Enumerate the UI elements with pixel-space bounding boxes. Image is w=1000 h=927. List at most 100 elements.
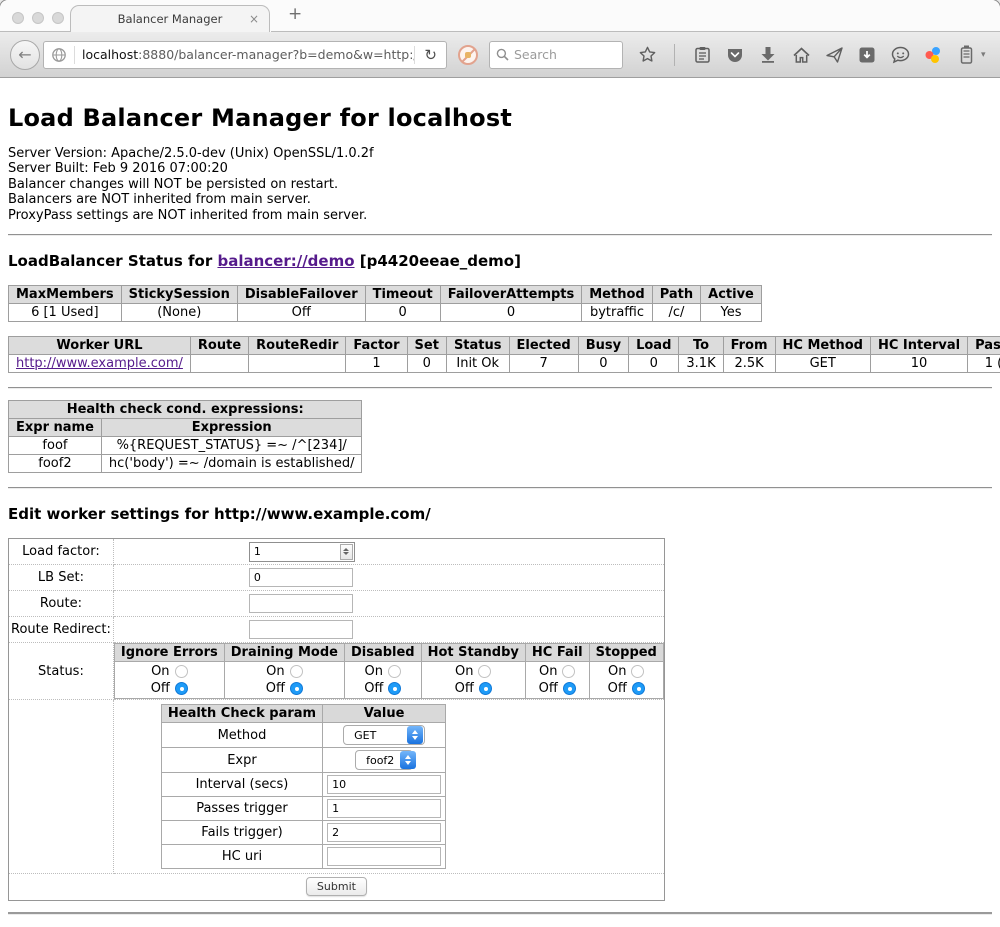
expr-title-row: Health check cond. expressions:: [9, 401, 362, 419]
number-field[interactable]: [250, 544, 340, 559]
column-header-from: From: [723, 337, 775, 355]
form-field-load-factor: [113, 539, 664, 565]
balancer-demo-link[interactable]: balancer://demo: [217, 252, 354, 270]
health-check-empty-label: [9, 700, 114, 874]
tabstrip-border: [271, 31, 1000, 32]
server-info-line: Balancer changes will NOT be persisted o…: [8, 177, 992, 192]
column-header-to: To: [679, 337, 723, 355]
home-icon[interactable]: [791, 45, 811, 65]
text-input-route-redirect[interactable]: [249, 620, 353, 639]
hc-param-row-hc-uri: HC uri: [161, 845, 445, 869]
url-bar[interactable]: localhost:8880/balancer-manager?b=demo&w…: [43, 41, 447, 69]
hc-param-label-expr: Expr: [161, 748, 322, 773]
reading-list-clipboard-icon[interactable]: [692, 45, 712, 65]
edit-worker-form: Load factor:LB Set:Route:Route Redirect:…: [8, 538, 665, 901]
column-header-hc-method: HC Method: [775, 337, 870, 355]
send-paper-plane-icon[interactable]: [824, 45, 844, 65]
status-heading-suffix: [p4420eeae_demo]: [355, 252, 521, 270]
radio-on-label: On: [539, 664, 557, 679]
back-button[interactable]: ←: [10, 40, 40, 70]
status-hc-fail-on-radio[interactable]: [562, 665, 575, 678]
window-controls: [12, 12, 64, 24]
colored-dots-extension-icon[interactable]: [923, 45, 943, 65]
status-draining-mode-off-radio[interactable]: [290, 682, 303, 695]
status-radio-row: OnOffOnOffOnOffOnOffOnOffOnOff: [114, 662, 663, 699]
method-select[interactable]: GET: [343, 725, 425, 745]
tab-balancer-manager[interactable]: Balancer Manager ×: [70, 5, 270, 32]
status-disabled-off-radio[interactable]: [388, 682, 401, 695]
radio-on-label: On: [365, 664, 383, 679]
balancer-cell: 0: [440, 304, 582, 322]
health-check-expressions-table: Health check cond. expressions:Expr name…: [8, 400, 362, 473]
worker-cell: 1: [346, 355, 407, 373]
worker-cell: Init Ok: [446, 355, 509, 373]
hc-input-hc-uri[interactable]: [327, 847, 441, 866]
chat-smiley-icon[interactable]: [890, 45, 910, 65]
status-hot-standby-on-radio[interactable]: [478, 665, 491, 678]
url-text[interactable]: localhost:8880/balancer-manager?b=demo&w…: [75, 47, 414, 62]
hc-input-passes-trigger[interactable]: [327, 799, 441, 818]
hc-param-label-fails-trigger: Fails trigger): [161, 821, 322, 845]
search-bar[interactable]: Search: [489, 41, 623, 69]
status-hot-standby-off-radio[interactable]: [479, 682, 492, 695]
status-ignore-errors-off-radio[interactable]: [175, 682, 188, 695]
table-header-row: Health Check paramValue: [161, 705, 445, 723]
text-input-route[interactable]: [249, 594, 353, 613]
divider: [8, 487, 992, 489]
bookmark-star-icon[interactable]: [637, 45, 657, 65]
table-header-row: MaxMembersStickySessionDisableFailoverTi…: [9, 286, 762, 304]
table-header-row: Ignore ErrorsDraining ModeDisabledHot St…: [114, 644, 663, 662]
column-header-load: Load: [629, 337, 679, 355]
content-blocker-icon[interactable]: [458, 45, 478, 65]
radio-on-label: On: [151, 664, 169, 679]
window-close-button[interactable]: [12, 12, 24, 24]
status-draining-mode-on-radio[interactable]: [290, 665, 303, 678]
page-title: Load Balancer Manager for localhost: [8, 104, 992, 132]
battery-extension-icon[interactable]: [956, 45, 976, 65]
new-tab-button[interactable]: +: [288, 4, 302, 24]
status-ignore-errors-on-radio[interactable]: [175, 665, 188, 678]
window-zoom-button[interactable]: [52, 12, 64, 24]
health-check-param-table: Health Check paramValueMethodGETExprfoof…: [161, 704, 446, 869]
column-header-expression: Expression: [101, 419, 362, 437]
status-cell-stopped: OnOff: [589, 662, 663, 699]
hc-input-fails-trigger[interactable]: [327, 823, 441, 842]
tab-close-icon[interactable]: ×: [249, 12, 259, 26]
column-header-timeout: Timeout: [365, 286, 440, 304]
reload-icon[interactable]: ↻: [415, 46, 446, 64]
select-value: GET: [354, 729, 376, 742]
window-minimize-button[interactable]: [32, 12, 44, 24]
tab-queue-icon[interactable]: [857, 45, 877, 65]
expr-select[interactable]: foof2: [355, 750, 413, 770]
select-value: foof2: [366, 754, 394, 767]
worker-url-link[interactable]: http://www.example.com/: [16, 356, 183, 371]
status-disabled-on-radio[interactable]: [388, 665, 401, 678]
pocket-icon[interactable]: [725, 45, 745, 65]
overflow-caret-icon[interactable]: ▾: [981, 50, 986, 60]
number-input-load-factor[interactable]: [249, 542, 355, 562]
server-info-line: Server Built: Feb 9 2016 07:00:20: [8, 161, 992, 176]
loadbalancer-status-heading: LoadBalancer Status for balancer://demo …: [8, 252, 992, 270]
text-input-lb-set[interactable]: [249, 568, 353, 587]
site-identity-globe-icon[interactable]: [51, 47, 67, 63]
column-header-disablefailover: DisableFailover: [237, 286, 365, 304]
radio-on-label: On: [455, 664, 473, 679]
status-stopped-on-radio[interactable]: [631, 665, 644, 678]
expression-cell: %{REQUEST_STATUS} =~ /^[234]/: [101, 437, 362, 455]
downloads-icon[interactable]: [758, 45, 778, 65]
column-header-health-check-param: Health Check param: [161, 705, 322, 723]
form-row-route: Route:: [9, 591, 665, 617]
hc-param-row-expr: Expr foof2: [161, 748, 445, 773]
hc-input-interval-secs[interactable]: [327, 775, 441, 794]
number-spinner-icon[interactable]: [340, 544, 353, 560]
hc-param-value-expr: foof2: [323, 748, 446, 773]
status-stopped-off-radio[interactable]: [632, 682, 645, 695]
status-cell-ignore-errors: OnOff: [114, 662, 224, 699]
hc-param-row-passes-trigger: Passes trigger: [161, 797, 445, 821]
status-cell-hc-fail: OnOff: [525, 662, 589, 699]
column-header-value: Value: [323, 705, 446, 723]
worker-cell: 0: [578, 355, 628, 373]
column-header-route: Route: [190, 337, 248, 355]
status-hc-fail-off-radio[interactable]: [563, 682, 576, 695]
submit-button[interactable]: Submit: [306, 877, 367, 896]
